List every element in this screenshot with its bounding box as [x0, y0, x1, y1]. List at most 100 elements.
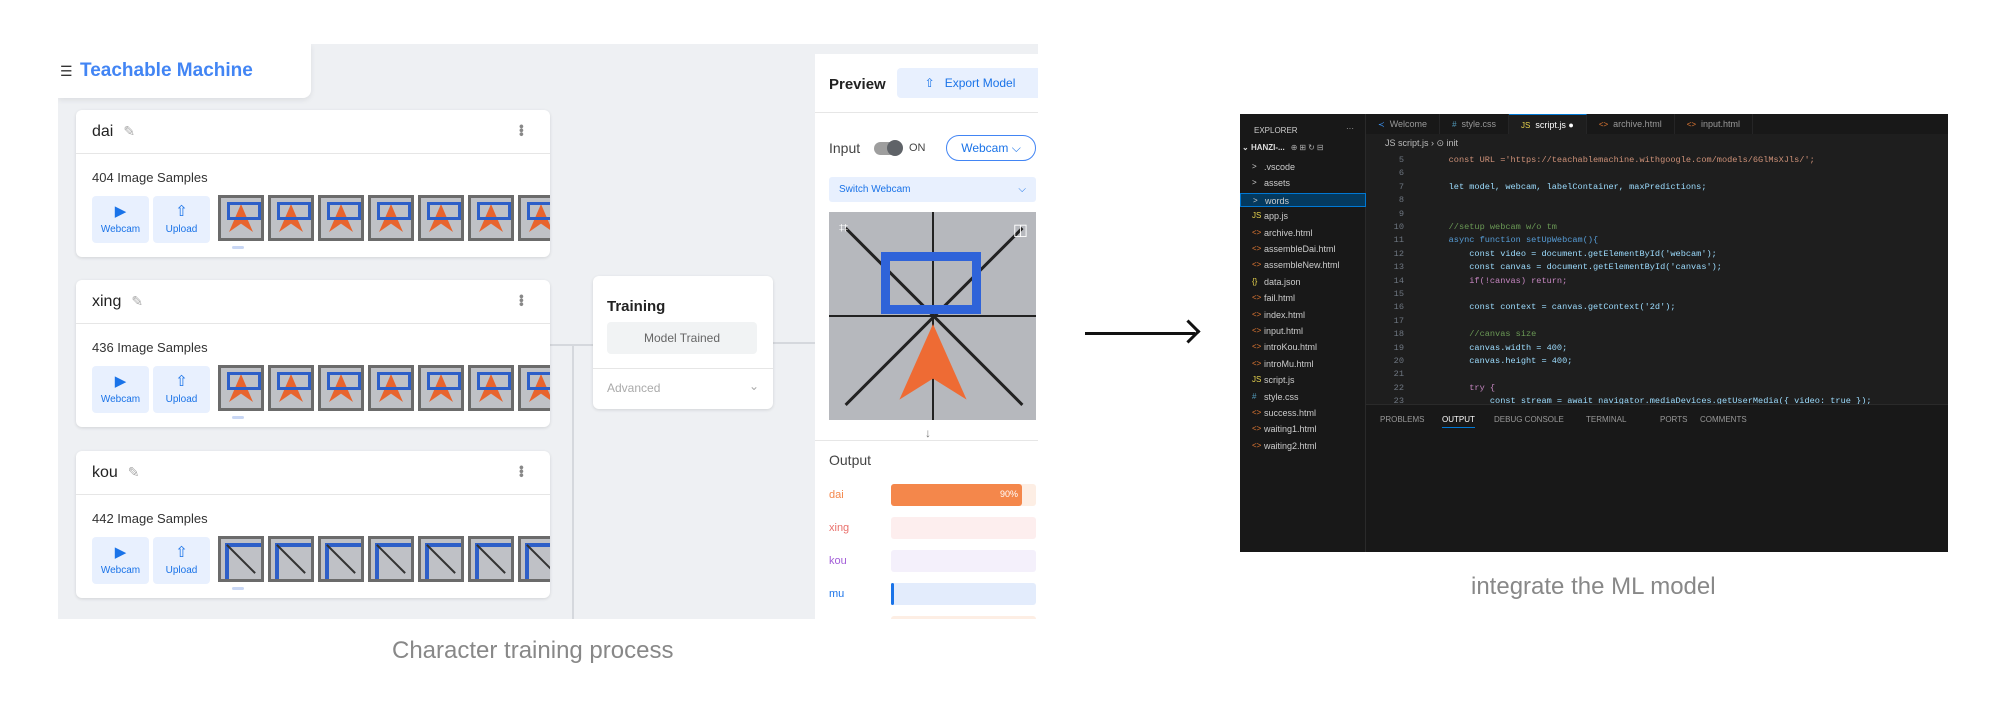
webcam-label: Webcam	[100, 565, 141, 576]
code-text: let model, webcam, labelContainer, maxPr…	[1428, 181, 1707, 192]
sample-thumbnail[interactable]	[518, 536, 550, 582]
sample-thumbnail[interactable]	[518, 365, 550, 411]
sample-thumbnail[interactable]	[318, 195, 364, 241]
webcam-button[interactable]: ▶ Webcam	[92, 196, 149, 243]
file-tree-item[interactable]: <> archive.html	[1240, 226, 1366, 240]
menu-icon[interactable]: ☰	[60, 63, 74, 80]
file-tree-item[interactable]: > .vscode	[1240, 160, 1366, 174]
file-tree-item[interactable]: <> assembleDai.html	[1240, 242, 1366, 256]
sample-thumbnail[interactable]	[268, 536, 314, 582]
file-tree-item[interactable]: <> success.html	[1240, 406, 1366, 420]
file-tree-item[interactable]: <> introKou.html	[1240, 340, 1366, 354]
input-toggle[interactable]	[874, 140, 903, 156]
upload-button[interactable]: ⇧ Upload	[153, 196, 210, 243]
sample-thumbnail[interactable]	[368, 195, 414, 241]
scroll-indicator[interactable]	[232, 587, 244, 590]
line-number: 10	[1393, 222, 1404, 232]
scroll-indicator[interactable]	[232, 416, 244, 419]
sample-thumbnail[interactable]	[318, 365, 364, 411]
edit-icon[interactable]: ✎	[128, 464, 140, 481]
more-options-icon[interactable]: •••	[514, 465, 530, 477]
panel-tab[interactable]: TERMINAL	[1586, 415, 1626, 424]
flip-icon[interactable]: ◫	[1013, 220, 1028, 240]
export-model-button[interactable]: ⇧ Export Model	[897, 68, 1038, 98]
class-name[interactable]: kou	[92, 464, 118, 482]
file-type-icon: <>	[1252, 342, 1262, 352]
panel-tab[interactable]: COMMENTS	[1700, 415, 1747, 424]
sample-thumbnail[interactable]	[218, 195, 264, 241]
scroll-indicator[interactable]	[232, 246, 244, 249]
code-line: 5 const URL ='https://teachablemachine.w…	[1366, 154, 1948, 167]
file-tree-item[interactable]: JS script.js	[1240, 373, 1366, 387]
file-tree-item[interactable]: <> index.html	[1240, 308, 1366, 322]
train-model-button[interactable]: Model Trained	[607, 322, 757, 354]
file-tree-item[interactable]: # style.css	[1240, 390, 1366, 404]
upload-button[interactable]: ⇧ Upload	[153, 366, 210, 413]
switch-webcam-select[interactable]: Switch Webcam ⌵	[829, 177, 1036, 202]
code-line: 12 const video = document.getElementById…	[1366, 248, 1948, 261]
file-tree-item[interactable]: <> fail.html	[1240, 291, 1366, 305]
panel-tab[interactable]: PORTS	[1660, 415, 1687, 424]
file-tree-item[interactable]: JS app.js	[1240, 209, 1366, 223]
upload-button[interactable]: ⇧ Upload	[153, 537, 210, 584]
more-options-icon[interactable]: •••	[514, 294, 530, 306]
file-tree-item[interactable]: {} data.json	[1240, 275, 1366, 289]
source-label: Webcam	[961, 141, 1009, 155]
teachable-machine-screenshot: ☰ Teachable Machine dai ✎ ••• 404 Image Sam…	[58, 44, 1038, 619]
upload-label: Upload	[165, 394, 198, 405]
sample-thumbnail[interactable]	[268, 365, 314, 411]
code-editor[interactable]: 5 const URL ='https://teachablemachine.w…	[1366, 154, 1948, 473]
sample-thumbnail[interactable]	[418, 195, 464, 241]
file-tree-item[interactable]: <> input.html	[1240, 324, 1366, 338]
edit-icon[interactable]: ✎	[131, 293, 143, 310]
sample-thumbnail[interactable]	[218, 536, 264, 582]
more-icon[interactable]: ···	[1346, 124, 1354, 133]
arrow-down-icon: ↓	[925, 426, 931, 440]
file-tree-item[interactable]: > words	[1240, 192, 1366, 207]
sample-thumbnail[interactable]	[468, 536, 514, 582]
file-tree-item[interactable]: > assets	[1240, 176, 1366, 190]
sample-thumbnail[interactable]	[368, 536, 414, 582]
sample-thumbnail[interactable]	[518, 195, 550, 241]
file-tree-item[interactable]: <> waiting1.html	[1240, 422, 1366, 436]
sample-thumbnail[interactable]	[318, 536, 364, 582]
edit-icon[interactable]: ✎	[123, 123, 135, 140]
line-number: 15	[1393, 289, 1404, 299]
sample-thumbnail[interactable]	[368, 365, 414, 411]
sample-thumbnail[interactable]	[418, 365, 464, 411]
preview-title: Preview	[829, 76, 886, 93]
class-name[interactable]: xing	[92, 293, 121, 311]
panel-tab[interactable]: DEBUG CONSOLE	[1494, 415, 1564, 424]
file-tree-item[interactable]: <> waiting2.html	[1240, 439, 1366, 453]
panel-tab[interactable]: OUTPUT	[1442, 415, 1475, 428]
sample-thumbnail[interactable]	[268, 195, 314, 241]
confidence-bar	[891, 517, 1036, 539]
editor-tab[interactable]: ≺ Welcome	[1366, 114, 1441, 134]
sample-thumbnail[interactable]	[418, 536, 464, 582]
video-camera-icon: ▶	[114, 203, 127, 220]
project-actions[interactable]: ⊕⊞↻⊟	[1291, 143, 1326, 152]
input-source-select[interactable]: Webcam ⌵	[946, 135, 1036, 161]
upload-icon: ⇧	[175, 203, 188, 220]
breadcrumb[interactable]: JS script.js › ⊙ init	[1385, 138, 1458, 149]
line-number: 12	[1393, 248, 1404, 259]
editor-tab[interactable]: <> archive.html	[1587, 114, 1675, 134]
sample-thumbnail[interactable]	[218, 365, 264, 411]
editor-tab[interactable]: # style.css	[1440, 114, 1510, 134]
sample-thumbnail[interactable]	[468, 365, 514, 411]
class-name[interactable]: dai	[92, 123, 113, 141]
chevron-down-icon: ⌵	[1011, 141, 1021, 155]
file-tree-item[interactable]: <> introMu.html	[1240, 357, 1366, 371]
editor-tab[interactable]: <> input.html	[1675, 114, 1754, 134]
panel-tab[interactable]: PROBLEMS	[1380, 415, 1424, 424]
file-tree-item[interactable]: <> assembleNew.html	[1240, 258, 1366, 272]
webcam-button[interactable]: ▶ Webcam	[92, 366, 149, 413]
editor-tab[interactable]: JS script.js ●	[1509, 114, 1587, 134]
crop-icon[interactable]: ⌗	[839, 220, 848, 238]
project-root[interactable]: ⌄ HANZI-... ⊕⊞↻⊟	[1242, 143, 1326, 152]
webcam-button[interactable]: ▶ Webcam	[92, 537, 149, 584]
advanced-toggle[interactable]: Advanced ⌄	[593, 368, 773, 407]
more-options-icon[interactable]: •••	[514, 124, 530, 136]
sample-thumbnail[interactable]	[468, 195, 514, 241]
chevron-down-icon: ⌄	[748, 379, 759, 393]
